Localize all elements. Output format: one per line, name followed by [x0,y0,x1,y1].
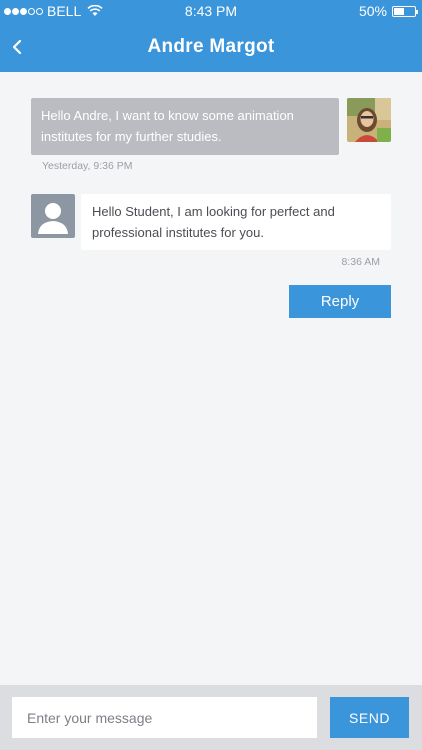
status-right: 50% [358,3,418,19]
battery-icon [392,5,418,17]
message-timestamp: 8:36 AM [341,256,380,268]
person-icon [38,203,68,234]
chat-thread: Hello Andre, I want to know some animati… [0,72,422,685]
user-avatar [347,98,391,142]
battery-percent: 50% [358,3,387,19]
outgoing-message-bubble: Hello Andre, I want to know some animati… [31,98,339,155]
incoming-message-bubble: Hello Student, I am looking for perfect … [81,194,391,250]
send-button[interactable]: SEND [330,697,409,738]
page-title: Andre Margot [147,36,275,57]
message-input[interactable] [12,697,317,738]
status-bar: BELL 8:43 PM 50% [0,0,422,22]
reply-button[interactable]: Reply [289,285,391,318]
navigation-bar: Andre Margot [0,22,422,72]
message-timestamp: Yesterday, 9:36 PM [42,160,133,172]
message-composer: SEND [0,685,422,750]
app-header: BELL 8:43 PM 50% Andre Margot [0,0,422,72]
contact-avatar-placeholder [31,194,75,238]
